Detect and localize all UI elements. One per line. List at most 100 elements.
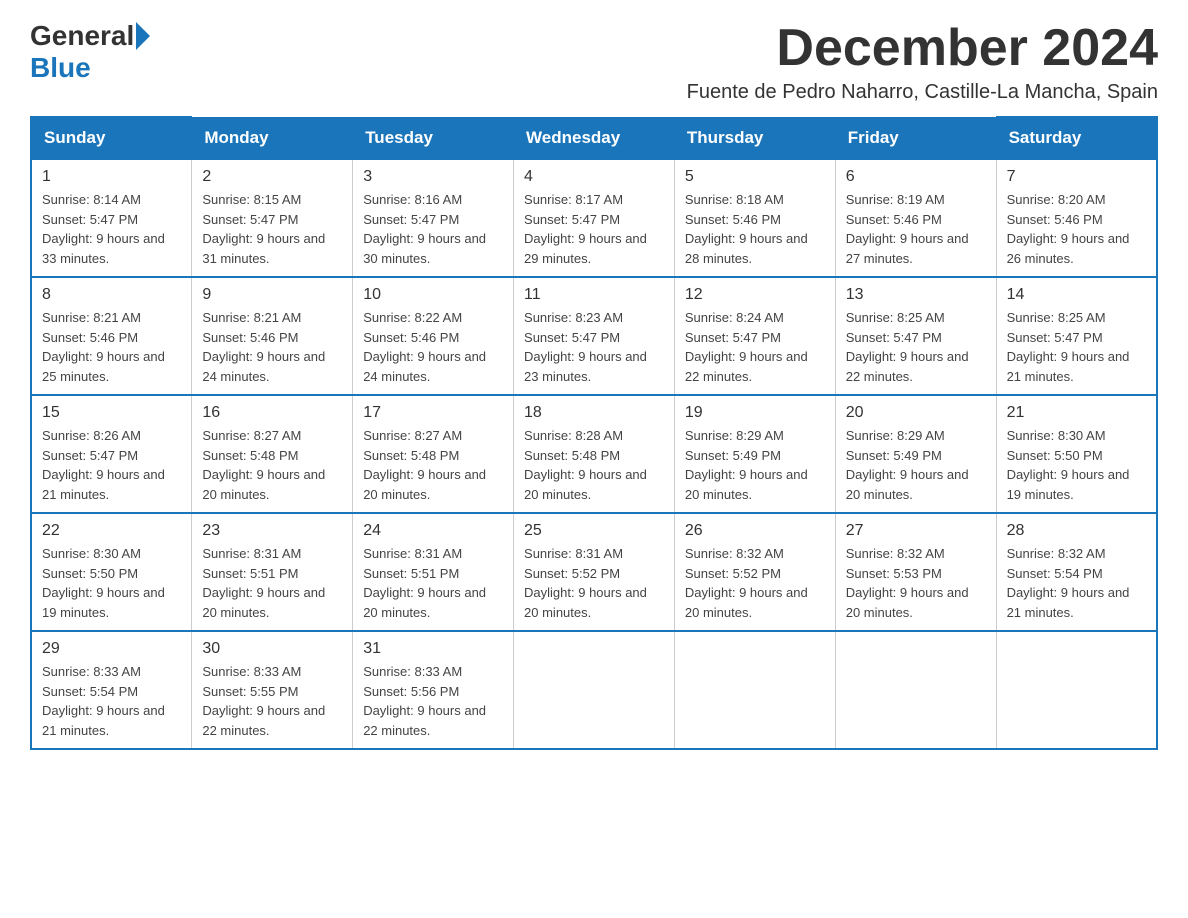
month-title: December 2024: [687, 20, 1158, 77]
day-info: Sunrise: 8:33 AM Sunset: 5:56 PM Dayligh…: [363, 662, 503, 740]
day-number: 5: [685, 168, 825, 186]
day-info: Sunrise: 8:29 AM Sunset: 5:49 PM Dayligh…: [685, 426, 825, 504]
calendar-table: SundayMondayTuesdayWednesdayThursdayFrid…: [30, 116, 1158, 750]
day-number: 26: [685, 522, 825, 540]
day-info: Sunrise: 8:16 AM Sunset: 5:47 PM Dayligh…: [363, 190, 503, 268]
day-info: Sunrise: 8:18 AM Sunset: 5:46 PM Dayligh…: [685, 190, 825, 268]
day-number: 28: [1007, 522, 1146, 540]
day-number: 25: [524, 522, 664, 540]
day-info: Sunrise: 8:31 AM Sunset: 5:51 PM Dayligh…: [363, 544, 503, 622]
day-number: 8: [42, 286, 181, 304]
calendar-day-cell: 23 Sunrise: 8:31 AM Sunset: 5:51 PM Dayl…: [192, 513, 353, 631]
day-number: 4: [524, 168, 664, 186]
calendar-day-cell: 29 Sunrise: 8:33 AM Sunset: 5:54 PM Dayl…: [31, 631, 192, 749]
day-number: 15: [42, 404, 181, 422]
calendar-empty-cell: [835, 631, 996, 749]
day-info: Sunrise: 8:30 AM Sunset: 5:50 PM Dayligh…: [42, 544, 181, 622]
calendar-day-cell: 26 Sunrise: 8:32 AM Sunset: 5:52 PM Dayl…: [674, 513, 835, 631]
day-number: 22: [42, 522, 181, 540]
calendar-day-cell: 5 Sunrise: 8:18 AM Sunset: 5:46 PM Dayli…: [674, 159, 835, 277]
calendar-day-cell: 24 Sunrise: 8:31 AM Sunset: 5:51 PM Dayl…: [353, 513, 514, 631]
calendar-empty-cell: [674, 631, 835, 749]
calendar-day-cell: 12 Sunrise: 8:24 AM Sunset: 5:47 PM Dayl…: [674, 277, 835, 395]
day-info: Sunrise: 8:25 AM Sunset: 5:47 PM Dayligh…: [846, 308, 986, 386]
calendar-day-cell: 7 Sunrise: 8:20 AM Sunset: 5:46 PM Dayli…: [996, 159, 1157, 277]
day-info: Sunrise: 8:27 AM Sunset: 5:48 PM Dayligh…: [202, 426, 342, 504]
day-number: 6: [846, 168, 986, 186]
day-number: 9: [202, 286, 342, 304]
day-number: 17: [363, 404, 503, 422]
logo-blue: Blue: [30, 52, 91, 84]
calendar-day-cell: 19 Sunrise: 8:29 AM Sunset: 5:49 PM Dayl…: [674, 395, 835, 513]
weekday-header-row: SundayMondayTuesdayWednesdayThursdayFrid…: [31, 117, 1157, 159]
calendar-day-cell: 22 Sunrise: 8:30 AM Sunset: 5:50 PM Dayl…: [31, 513, 192, 631]
day-info: Sunrise: 8:22 AM Sunset: 5:46 PM Dayligh…: [363, 308, 503, 386]
calendar-day-cell: 15 Sunrise: 8:26 AM Sunset: 5:47 PM Dayl…: [31, 395, 192, 513]
calendar-week-row: 22 Sunrise: 8:30 AM Sunset: 5:50 PM Dayl…: [31, 513, 1157, 631]
day-number: 14: [1007, 286, 1146, 304]
day-info: Sunrise: 8:28 AM Sunset: 5:48 PM Dayligh…: [524, 426, 664, 504]
day-info: Sunrise: 8:19 AM Sunset: 5:46 PM Dayligh…: [846, 190, 986, 268]
day-info: Sunrise: 8:32 AM Sunset: 5:53 PM Dayligh…: [846, 544, 986, 622]
day-number: 20: [846, 404, 986, 422]
day-number: 23: [202, 522, 342, 540]
weekday-header-monday: Monday: [192, 117, 353, 159]
day-info: Sunrise: 8:26 AM Sunset: 5:47 PM Dayligh…: [42, 426, 181, 504]
calendar-day-cell: 27 Sunrise: 8:32 AM Sunset: 5:53 PM Dayl…: [835, 513, 996, 631]
day-info: Sunrise: 8:23 AM Sunset: 5:47 PM Dayligh…: [524, 308, 664, 386]
day-info: Sunrise: 8:27 AM Sunset: 5:48 PM Dayligh…: [363, 426, 503, 504]
calendar-day-cell: 28 Sunrise: 8:32 AM Sunset: 5:54 PM Dayl…: [996, 513, 1157, 631]
day-info: Sunrise: 8:17 AM Sunset: 5:47 PM Dayligh…: [524, 190, 664, 268]
title-section: December 2024 Fuente de Pedro Naharro, C…: [687, 20, 1158, 104]
day-info: Sunrise: 8:29 AM Sunset: 5:49 PM Dayligh…: [846, 426, 986, 504]
calendar-day-cell: 14 Sunrise: 8:25 AM Sunset: 5:47 PM Dayl…: [996, 277, 1157, 395]
day-info: Sunrise: 8:20 AM Sunset: 5:46 PM Dayligh…: [1007, 190, 1146, 268]
day-number: 31: [363, 640, 503, 658]
day-number: 19: [685, 404, 825, 422]
day-info: Sunrise: 8:33 AM Sunset: 5:55 PM Dayligh…: [202, 662, 342, 740]
logo-general: General: [30, 20, 134, 52]
calendar-day-cell: 9 Sunrise: 8:21 AM Sunset: 5:46 PM Dayli…: [192, 277, 353, 395]
day-number: 11: [524, 286, 664, 304]
day-number: 30: [202, 640, 342, 658]
day-number: 3: [363, 168, 503, 186]
calendar-day-cell: 20 Sunrise: 8:29 AM Sunset: 5:49 PM Dayl…: [835, 395, 996, 513]
calendar-empty-cell: [514, 631, 675, 749]
calendar-day-cell: 30 Sunrise: 8:33 AM Sunset: 5:55 PM Dayl…: [192, 631, 353, 749]
calendar-day-cell: 17 Sunrise: 8:27 AM Sunset: 5:48 PM Dayl…: [353, 395, 514, 513]
day-number: 12: [685, 286, 825, 304]
calendar-day-cell: 4 Sunrise: 8:17 AM Sunset: 5:47 PM Dayli…: [514, 159, 675, 277]
day-info: Sunrise: 8:33 AM Sunset: 5:54 PM Dayligh…: [42, 662, 181, 740]
calendar-empty-cell: [996, 631, 1157, 749]
day-info: Sunrise: 8:25 AM Sunset: 5:47 PM Dayligh…: [1007, 308, 1146, 386]
calendar-day-cell: 16 Sunrise: 8:27 AM Sunset: 5:48 PM Dayl…: [192, 395, 353, 513]
day-info: Sunrise: 8:15 AM Sunset: 5:47 PM Dayligh…: [202, 190, 342, 268]
calendar-week-row: 8 Sunrise: 8:21 AM Sunset: 5:46 PM Dayli…: [31, 277, 1157, 395]
calendar-week-row: 29 Sunrise: 8:33 AM Sunset: 5:54 PM Dayl…: [31, 631, 1157, 749]
calendar-day-cell: 21 Sunrise: 8:30 AM Sunset: 5:50 PM Dayl…: [996, 395, 1157, 513]
weekday-header-friday: Friday: [835, 117, 996, 159]
day-info: Sunrise: 8:21 AM Sunset: 5:46 PM Dayligh…: [202, 308, 342, 386]
day-info: Sunrise: 8:21 AM Sunset: 5:46 PM Dayligh…: [42, 308, 181, 386]
weekday-header-tuesday: Tuesday: [353, 117, 514, 159]
calendar-week-row: 15 Sunrise: 8:26 AM Sunset: 5:47 PM Dayl…: [31, 395, 1157, 513]
day-info: Sunrise: 8:32 AM Sunset: 5:52 PM Dayligh…: [685, 544, 825, 622]
day-number: 29: [42, 640, 181, 658]
day-number: 24: [363, 522, 503, 540]
weekday-header-wednesday: Wednesday: [514, 117, 675, 159]
day-number: 21: [1007, 404, 1146, 422]
calendar-day-cell: 8 Sunrise: 8:21 AM Sunset: 5:46 PM Dayli…: [31, 277, 192, 395]
location-title: Fuente de Pedro Naharro, Castille-La Man…: [687, 81, 1158, 104]
weekday-header-saturday: Saturday: [996, 117, 1157, 159]
day-info: Sunrise: 8:31 AM Sunset: 5:51 PM Dayligh…: [202, 544, 342, 622]
logo-arrow-icon: [136, 22, 150, 50]
calendar-day-cell: 31 Sunrise: 8:33 AM Sunset: 5:56 PM Dayl…: [353, 631, 514, 749]
calendar-day-cell: 25 Sunrise: 8:31 AM Sunset: 5:52 PM Dayl…: [514, 513, 675, 631]
day-number: 10: [363, 286, 503, 304]
day-number: 13: [846, 286, 986, 304]
day-info: Sunrise: 8:24 AM Sunset: 5:47 PM Dayligh…: [685, 308, 825, 386]
day-info: Sunrise: 8:14 AM Sunset: 5:47 PM Dayligh…: [42, 190, 181, 268]
calendar-day-cell: 2 Sunrise: 8:15 AM Sunset: 5:47 PM Dayli…: [192, 159, 353, 277]
day-info: Sunrise: 8:31 AM Sunset: 5:52 PM Dayligh…: [524, 544, 664, 622]
calendar-day-cell: 3 Sunrise: 8:16 AM Sunset: 5:47 PM Dayli…: [353, 159, 514, 277]
